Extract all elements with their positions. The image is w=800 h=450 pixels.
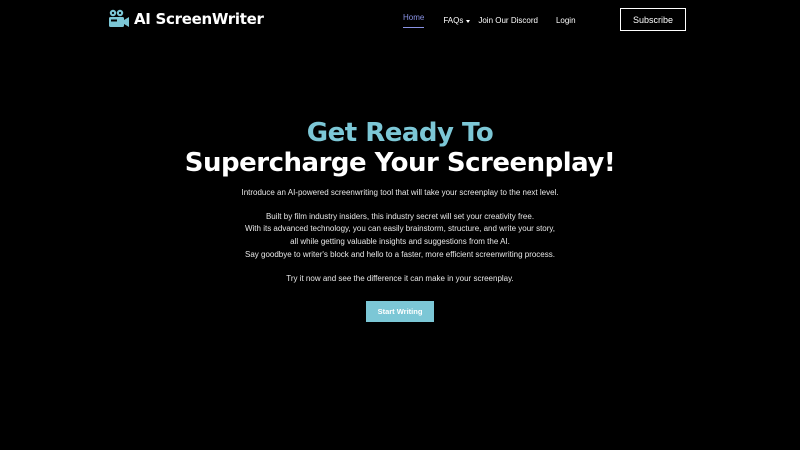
start-writing-button[interactable]: Start Writing [366,301,434,322]
main-nav: Home FAQs Join Our Discord Login [403,13,576,28]
hero-body: Built by film industry insiders, this in… [0,211,800,262]
hero-headline-line2: Supercharge Your Screenplay! [184,148,616,178]
subscribe-button[interactable]: Subscribe [620,8,686,31]
hero-try-line: Try it now and see the difference it can… [286,274,514,284]
brand-logo[interactable]: AI ScreenWriter [108,9,264,29]
site-header: AI ScreenWriter Home FAQs Join Our Disco… [0,0,800,40]
nav-item-join-discord[interactable]: Join Our Discord [478,16,538,25]
nav-item-login[interactable]: Login [556,16,576,25]
hero-body-line: Say goodbye to writer's block and hello … [245,249,555,259]
film-camera-icon [108,9,130,29]
hero-section: Get Ready To Supercharge Your Screenplay… [0,118,800,285]
hero-body-line: all while getting valuable insights and … [290,236,510,246]
nav-item-home[interactable]: Home [403,13,425,28]
landing-page: AI ScreenWriter Home FAQs Join Our Disco… [0,0,800,450]
caret-down-icon [466,19,471,23]
nav-item-faqs[interactable]: FAQs [443,16,471,25]
nav-item-faqs-label: FAQs [443,16,464,25]
hero-body-line: With its advanced technology, you can ea… [244,224,556,234]
brand-name: AI ScreenWriter [134,10,264,28]
hero-headline-line1: Get Ready To [306,118,494,148]
hero-intro: Introduce an AI-powered screenwriting to… [241,188,559,197]
hero-body-line: Built by film industry insiders, this in… [265,211,535,221]
